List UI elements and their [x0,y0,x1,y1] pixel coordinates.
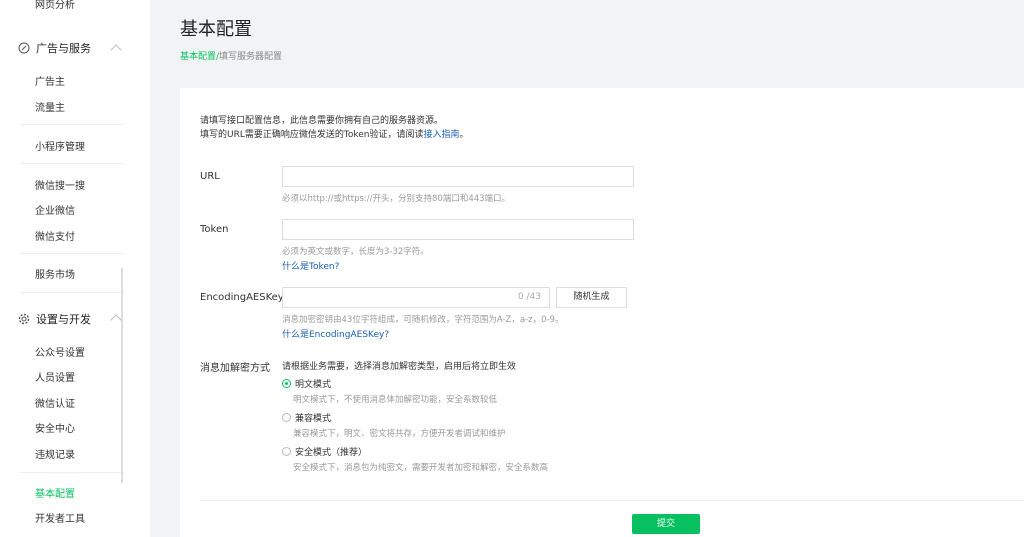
radio-desc: 兼容模式下，明文、密文将共存，方便开发者调试和维护 [293,429,506,439]
sidebar-divider [20,124,125,125]
gear-icon [18,313,30,325]
radio-unselected-icon[interactable] [282,447,291,456]
submit-button[interactable]: 提交 [632,514,700,534]
aes-hint: 消息加密密钥由43位字符组成，可随机修改，字符范围为A-Z，a-z，0-9。 [282,315,564,325]
sidebar-divider [20,292,125,293]
sidebar-item-basic-config[interactable]: 基本配置 [35,485,75,500]
aes-label: EncodingAESKey [200,292,284,303]
sidebar-item-security-center[interactable]: 安全中心 [35,420,75,435]
intro-line-2-prefix: 填写的URL需要正确响应微信发送的Token验证，请阅读 [200,130,424,140]
intro-line-1: 请填写接口配置信息，此信息需要你拥有自己的服务器资源。 [200,116,444,126]
radio-desc: 安全模式下，消息包为纯密文，需要开发者加密和解密，安全系数高 [293,463,549,473]
sidebar-scrollbar[interactable] [121,268,123,483]
radio-compatible-mode[interactable]: 兼容模式 [282,411,331,424]
chevron-up-icon[interactable] [110,314,122,326]
sidebar-item-wechat-pay[interactable]: 微信支付 [35,228,75,243]
circle-slash-icon [18,42,30,54]
sidebar-item-market[interactable]: 服务市场 [35,266,75,281]
aes-input[interactable]: 0 /43 [282,287,550,308]
sidebar-item-advertiser[interactable]: 广告主 [35,73,65,88]
sidebar-item-web-analytics[interactable]: 网页分析 [35,0,75,11]
url-input[interactable] [282,166,634,187]
token-input[interactable] [282,219,634,240]
url-hint: 必须以http://或https://开头，分别支持80端口和443端口。 [282,194,511,204]
sidebar-divider [20,253,125,254]
radio-plaintext-mode[interactable]: 明文模式 [282,377,331,390]
radio-label: 安全模式（推荐） [295,448,368,458]
token-label: Token [200,224,229,235]
sidebar-item-personnel-settings[interactable]: 人员设置 [35,369,75,384]
access-guide-link[interactable]: 接入指南 [423,130,459,140]
intro-line-2: 填写的URL需要正确响应微信发送的Token验证，请阅读接入指南。 [200,128,469,142]
sidebar-section-ads-label: 广告与服务 [36,42,91,55]
sidebar-item-miniprogram[interactable]: 小程序管理 [35,138,85,153]
chevron-up-icon[interactable] [110,44,122,56]
radio-label: 兼容模式 [295,414,332,424]
page-header: 基本配置 基本配置/ 填写服务器配置 [180,0,1024,88]
sidebar-section-settings-dev-label: 设置与开发 [36,313,91,326]
encryption-label: 消息加解密方式 [200,363,270,374]
radio-unselected-icon[interactable] [282,413,291,422]
radio-selected-icon[interactable] [282,379,291,388]
page-title: 基本配置 [180,19,252,40]
url-label: URL [200,171,220,182]
radio-label: 明文模式 [295,380,332,390]
breadcrumb: 基本配置/ 填写服务器配置 [180,49,282,62]
sidebar-item-publisher[interactable]: 流量主 [35,99,65,114]
random-generate-button[interactable]: 随机生成 [556,287,627,308]
intro-text: 请填写接口配置信息，此信息需要你拥有自己的服务器资源。 填写的URL需要正确响应… [200,114,469,142]
intro-line-2-suffix: 。 [459,130,469,140]
config-card: 请填写接口配置信息，此信息需要你拥有自己的服务器资源。 填写的URL需要正确响应… [180,88,1024,537]
sidebar-gap [150,0,180,537]
sidebar-item-violations[interactable]: 违规记录 [35,446,75,461]
sidebar: 网页分析 广告与服务 广告主 流量主 小程序管理 微信搜一搜 企业微信 微信支付… [0,0,150,537]
sidebar-item-dev-tools[interactable]: 开发者工具 [35,510,85,525]
form-divider [200,500,1024,501]
what-is-token-link[interactable]: 什么是Token? [282,259,339,272]
sidebar-divider [20,472,125,473]
what-is-aes-link[interactable]: 什么是EncodingAESKey? [282,327,389,340]
sidebar-section-ads[interactable]: 广告与服务 [18,40,91,56]
token-hint: 必须为英文或数字，长度为3-32字符。 [282,247,429,257]
breadcrumb-current[interactable]: 基本配置/ [180,49,219,62]
sidebar-item-wechat-search[interactable]: 微信搜一搜 [35,177,85,192]
sidebar-divider [20,163,125,164]
sidebar-section-settings-dev[interactable]: 设置与开发 [18,311,91,327]
aes-char-count: 0 /43 [517,292,541,302]
encryption-desc: 请根据业务需要，选择消息加解密类型，启用后将立即生效 [282,362,517,372]
sidebar-item-wechat-verification[interactable]: 微信认证 [35,395,75,410]
radio-desc: 明文模式下，不使用消息体加解密功能，安全系数较低 [293,395,498,405]
radio-secure-mode[interactable]: 安全模式（推荐） [282,445,367,458]
breadcrumb-next: 填写服务器配置 [219,52,283,62]
sidebar-item-wecom[interactable]: 企业微信 [35,202,75,217]
sidebar-item-account-settings[interactable]: 公众号设置 [35,344,85,359]
